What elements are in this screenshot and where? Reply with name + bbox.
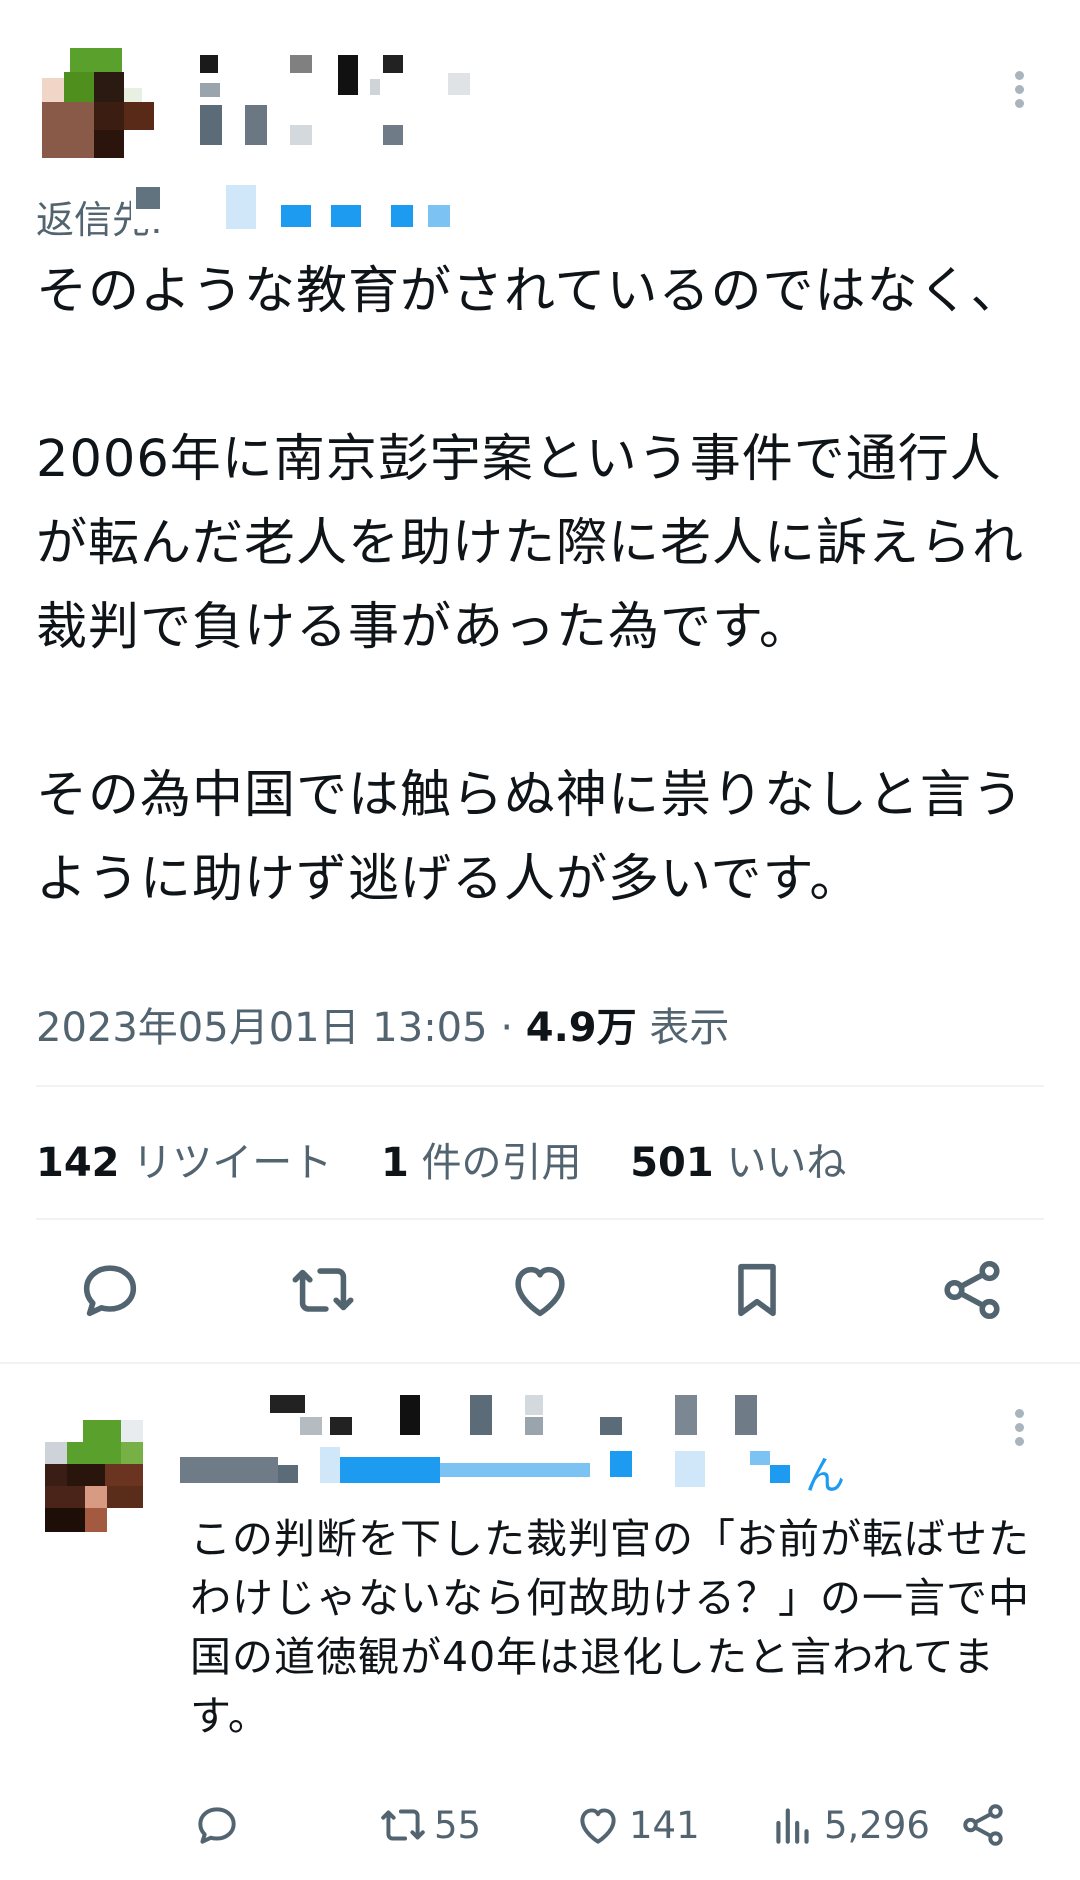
tweet-text: そのような教育がされているのではなく、 2006年に南京彭宇案という事件で通行人… [36, 262, 1025, 909]
retweet-button[interactable] [288, 1255, 358, 1325]
likes-stat[interactable]: 501 いいね [630, 1140, 846, 1186]
reply-icon [198, 1807, 236, 1844]
reply-action-bar: 55 141 5,296 [0, 1795, 1080, 1865]
author-name-blurred[interactable] [200, 55, 480, 150]
retweets-count: 142 [36, 1140, 120, 1186]
retweet-button[interactable]: 55 [378, 1795, 481, 1855]
views-label: 表示 [649, 1005, 730, 1051]
like-button[interactable]: 141 [573, 1795, 700, 1855]
quotes-count: 1 [380, 1140, 409, 1186]
bookmark-button[interactable] [722, 1255, 792, 1325]
tweet-stats: 142 リツイート 1 件の引用 501 いいね [36, 1130, 882, 1188]
share-icon [963, 1804, 1003, 1846]
heart-icon [580, 1808, 616, 1844]
bookmark-icon [738, 1263, 776, 1317]
reply-icon [83, 1265, 137, 1317]
retweet-count: 55 [434, 1803, 482, 1847]
reply-tweet: ん この判断を下した裁判官の「お前が転ばせたわけじゃないなら何故助ける？」の一言… [0, 1365, 1080, 1880]
avatar[interactable] [45, 1420, 157, 1532]
reply-button[interactable] [192, 1795, 248, 1855]
views-count: 5,296 [824, 1803, 930, 1847]
share-button[interactable] [937, 1255, 1007, 1325]
meta-separator: · [500, 1005, 514, 1051]
quotes-stat[interactable]: 1 件の引用 [381, 1140, 582, 1186]
views-count: 4.9万 [525, 1005, 637, 1051]
divider [36, 1085, 1044, 1087]
timestamp[interactable]: 2023年05月01日 13:05 [36, 1005, 488, 1051]
reply-text: この判断を下した裁判官の「お前が転ばせたわけじゃないなら何故助ける？」の一言で中… [190, 1515, 1030, 1740]
likes-count: 501 [630, 1140, 714, 1186]
quotes-label: 件の引用 [421, 1140, 582, 1186]
views-button[interactable]: 5,296 [768, 1795, 930, 1855]
like-count: 141 [629, 1803, 700, 1847]
main-tweet: 返信先: そのような教育がされているのではなく、 2006年に南京彭宇案という事… [0, 0, 1080, 1365]
tweet-meta: 2023年05月01日 13:05 · 4.9万 表示 [36, 995, 729, 1053]
avatar[interactable] [42, 48, 162, 158]
reply-button[interactable] [75, 1255, 145, 1325]
more-options-icon[interactable] [1005, 65, 1033, 115]
reply-handle-suffix: ん [805, 1453, 845, 1499]
retweet-icon [381, 1809, 425, 1841]
retweets-label: リツイート [132, 1140, 333, 1186]
reply-to-line: 返信先: [36, 185, 516, 242]
share-button[interactable] [958, 1795, 1014, 1855]
divider [36, 1218, 1044, 1220]
likes-label: いいね [726, 1140, 847, 1186]
share-icon [944, 1260, 1000, 1320]
like-button[interactable] [505, 1255, 575, 1325]
analytics-icon [776, 1808, 809, 1844]
more-options-icon[interactable] [1005, 1403, 1033, 1453]
heart-icon [515, 1266, 565, 1317]
retweets-stat[interactable]: 142 リツイート [36, 1140, 332, 1186]
tweet-separator [0, 1362, 1080, 1364]
reply-author-blurred[interactable]: ん [180, 1395, 1020, 1505]
action-bar [0, 1255, 1080, 1335]
retweet-icon [292, 1268, 354, 1312]
